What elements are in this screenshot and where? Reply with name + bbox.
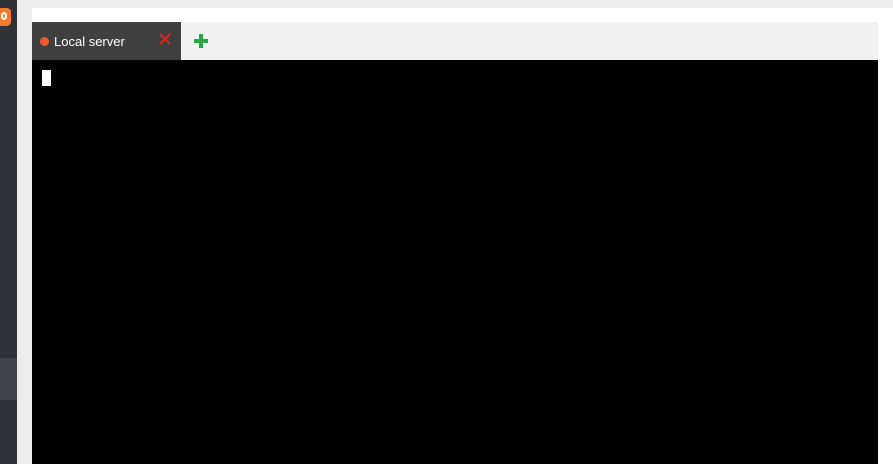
app-logo-icon[interactable] — [0, 8, 11, 26]
sidebar-item-active[interactable] — [0, 358, 17, 400]
close-icon[interactable] — [158, 32, 172, 46]
status-dot-icon — [40, 36, 49, 46]
terminal-console[interactable] — [32, 60, 878, 464]
terminal-cursor — [42, 70, 51, 86]
app-window: Local server — [0, 0, 893, 464]
plus-icon[interactable] — [194, 34, 208, 48]
sidebar — [0, 0, 17, 464]
tab-bar: Local server — [32, 22, 878, 60]
main-content: Local server — [17, 0, 893, 464]
tab-local-server[interactable]: Local server — [32, 22, 181, 60]
tab-label: Local server — [54, 33, 125, 49]
